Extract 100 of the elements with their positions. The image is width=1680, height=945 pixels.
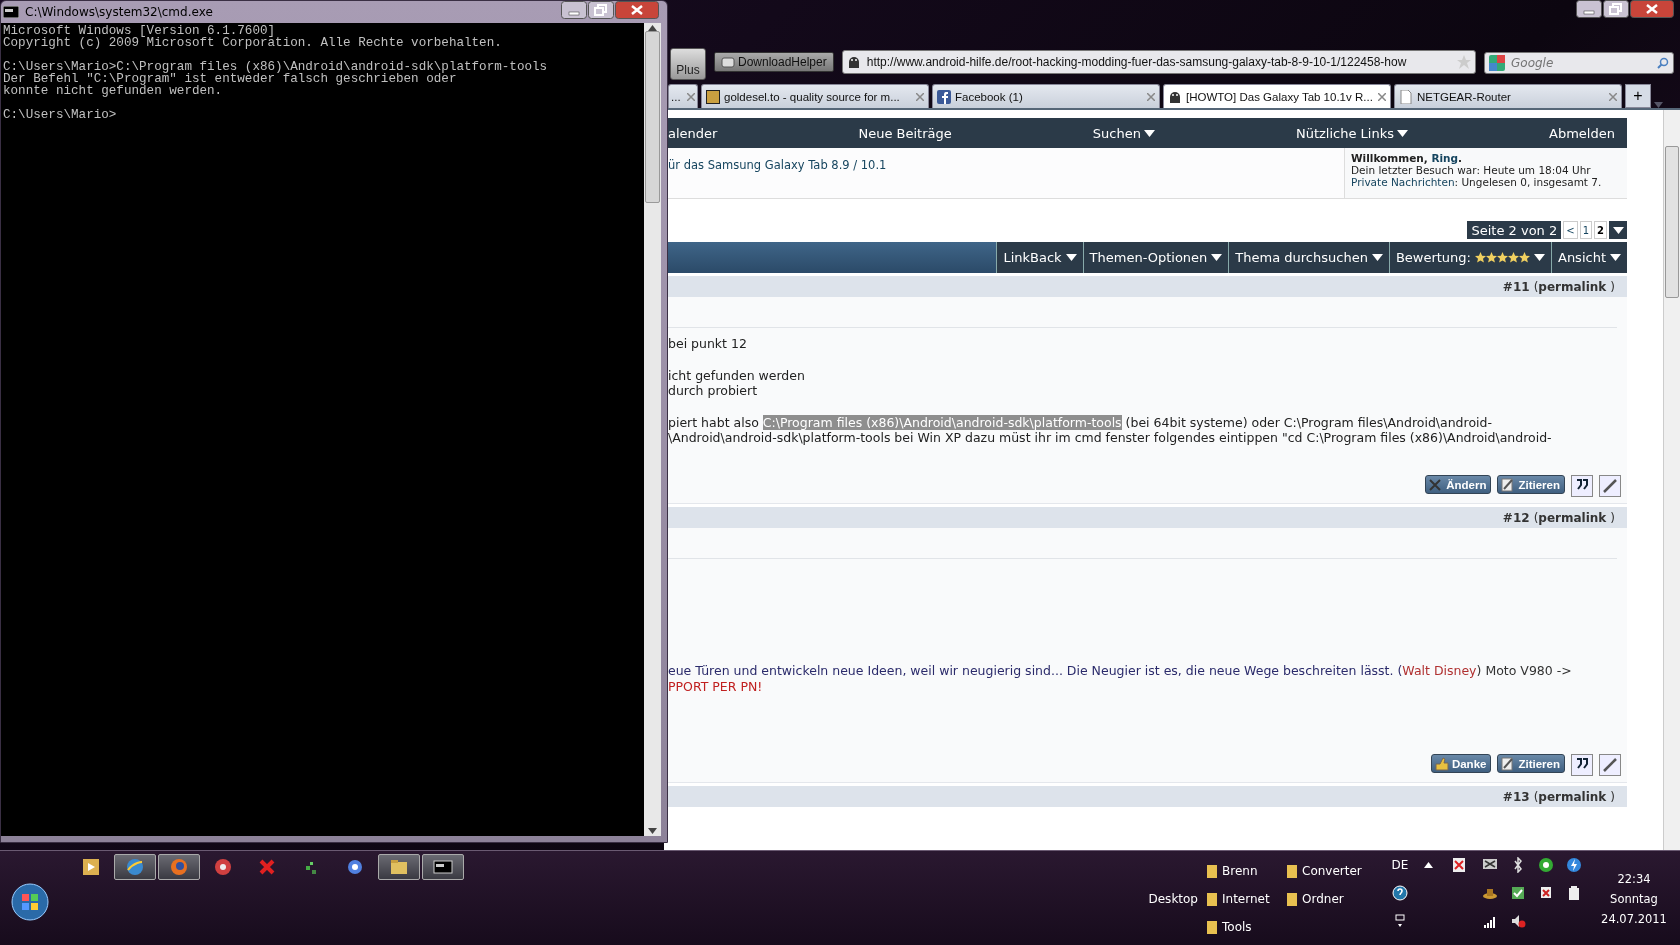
multiquote-icon[interactable] (1571, 475, 1593, 497)
menu-button[interactable]: Plus (670, 48, 706, 80)
clock[interactable]: 22:34 Sonntag 24.07.2011 (1588, 851, 1680, 945)
lightning-icon[interactable] (1566, 857, 1582, 873)
muted-speaker-icon[interactable] (1510, 913, 1526, 929)
nav-link[interactable]: Neue Beiträge (858, 125, 952, 141)
scroll-thumb[interactable] (1665, 146, 1679, 298)
multiquote-icon[interactable] (1571, 754, 1593, 776)
folder-icon (1206, 863, 1218, 878)
caret-icon (1612, 226, 1624, 234)
star-icon (1475, 252, 1486, 263)
search-icon[interactable] (1657, 57, 1669, 69)
scrollbar[interactable] (1663, 110, 1680, 850)
page-count: Seite 2 von 2 (1467, 221, 1562, 239)
permalink-link[interactable]: (permalink) (1533, 789, 1615, 804)
page-link[interactable]: 1 (1579, 221, 1593, 239)
folder-link[interactable]: Ordner (1286, 891, 1366, 906)
caret-icon (1534, 254, 1545, 261)
clock-date: 24.07.2011 (1601, 911, 1667, 926)
toolbar-menu[interactable]: LinkBack (996, 242, 1083, 273)
welcome-text: Willkommen, Ring. (1351, 152, 1464, 164)
language-indicator[interactable]: DE (1391, 858, 1409, 872)
g-logo-icon (1489, 55, 1505, 71)
browser-tab[interactable]: goldesel.to - quality source for m... (701, 84, 929, 108)
shield-icon[interactable] (1538, 857, 1554, 873)
flag-icon[interactable] (1451, 857, 1467, 873)
previous-page-link[interactable]: < (1563, 221, 1578, 239)
thumbs-up-icon (1433, 755, 1450, 772)
nav-link[interactable]: Suchen (1092, 125, 1155, 141)
nav-link[interactable]: Abmelden (1549, 125, 1615, 141)
address-bar[interactable]: http://www.android-hilfe.de/root-hacking-modding-fuer-das-samsung-galaxy-tab-8-9-10-1/122458-how (841, 50, 1476, 74)
square-logo-icon (706, 89, 720, 104)
nav-link[interactable]: alender (668, 125, 718, 141)
thanks-button[interactable]: Danke (1430, 754, 1492, 773)
close-icon[interactable] (1630, 0, 1674, 18)
maximize-icon[interactable] (588, 1, 614, 19)
page-menu-button[interactable] (1609, 221, 1627, 239)
post-text: piert habt also C:\Program files (x86)\Android\android-sdk\platform-tools (bei 64bit systeme) oder C:\Program files\Android\android- (668, 414, 1493, 430)
scroll-thumb[interactable] (645, 31, 660, 203)
permalink-link[interactable]: (permalink) (1533, 279, 1615, 294)
search-bar[interactable]: Google (1484, 52, 1674, 74)
post-text: PPORT PER PN! (668, 678, 764, 694)
console-line: C:\Users\Mario> (3, 109, 118, 121)
edit-button[interactable]: Ändern (1425, 475, 1492, 494)
caret-icon (1371, 254, 1383, 261)
toolbar-menu[interactable]: Ansicht (1551, 242, 1627, 273)
taskbar-button[interactable] (378, 854, 420, 880)
checkmark-icon[interactable] (1510, 885, 1526, 901)
folder-icon (1286, 863, 1298, 878)
toolbar-menu[interactable]: Thema durchsuchen (1228, 242, 1389, 273)
restore-icon[interactable] (1392, 913, 1408, 929)
browser-tab[interactable]: Facebook (1) (932, 84, 1160, 108)
addon-button[interactable]: DownloadHelper (714, 52, 834, 72)
browser-tab[interactable]: NETGEAR-Router (1394, 84, 1622, 108)
folder-link[interactable]: Internet (1206, 891, 1286, 906)
toolbar-menu[interactable]: Themen-Optionen (1082, 242, 1229, 273)
star-icon[interactable] (1457, 55, 1471, 69)
minimize-icon[interactable] (1576, 0, 1602, 18)
globe-icon (124, 856, 146, 878)
page-link[interactable]: 2 (1594, 221, 1607, 239)
toolbar-menu[interactable]: Bewertung: (1388, 242, 1551, 273)
messages-link[interactable]: Private Nachrichten (1351, 176, 1455, 188)
caret-icon (1143, 129, 1155, 137)
toolbar-label: Desktop (1148, 891, 1198, 906)
browser-tab[interactable]: [HOWTO] Das Galaxy Tab 10.1v R... (1163, 84, 1391, 108)
scroll-down-icon[interactable] (648, 828, 657, 834)
close-icon[interactable] (615, 1, 659, 19)
flag-icon[interactable] (1538, 885, 1554, 901)
caret-icon (1211, 254, 1223, 261)
folder-link[interactable]: Brenn (1206, 863, 1286, 878)
quote-button[interactable]: Zitieren (1497, 754, 1565, 773)
start-orb-icon[interactable] (11, 883, 49, 921)
username-link[interactable]: Ring (1431, 152, 1459, 164)
quick-reply-icon[interactable] (1599, 475, 1621, 497)
taskbar-button[interactable] (422, 854, 464, 880)
help-icon[interactable] (1392, 885, 1408, 901)
battery-icon[interactable] (1566, 885, 1582, 901)
robot-icon (1168, 89, 1182, 104)
minimize-icon[interactable] (561, 1, 587, 19)
caret-icon (1397, 129, 1408, 137)
nav-link[interactable]: Nützliche Links (1295, 125, 1408, 141)
maximize-icon[interactable] (1603, 0, 1629, 18)
browser-tab[interactable]: ... (668, 84, 698, 108)
folder-link[interactable]: Tools (1206, 919, 1286, 934)
search-field[interactable]: Google (1509, 55, 1653, 71)
messages-text: Private Nachrichten: Ungelesen 0, insgesamt 7. (1351, 176, 1603, 188)
new-tab-button[interactable]: + (1625, 84, 1651, 108)
caret-icon (1065, 254, 1077, 261)
permalink-link[interactable]: (permalink) (1533, 510, 1615, 525)
taskbar-button[interactable] (114, 854, 156, 880)
quick-reply-icon[interactable] (1599, 754, 1621, 776)
disc-icon (212, 856, 234, 878)
folder-link[interactable]: Converter (1286, 863, 1366, 878)
caret-up-icon[interactable] (1423, 862, 1433, 868)
quote-button[interactable]: Zitieren (1497, 475, 1565, 494)
post-text: bei punkt 12 (668, 336, 748, 352)
scrollbar[interactable] (644, 23, 661, 836)
breadcrumb-link[interactable]: ür das Samsung Galaxy Tab 8.9 / 10.1 (668, 158, 887, 198)
console-line: konnte nicht gefunden werden. (3, 85, 224, 97)
play-icon (80, 856, 102, 878)
